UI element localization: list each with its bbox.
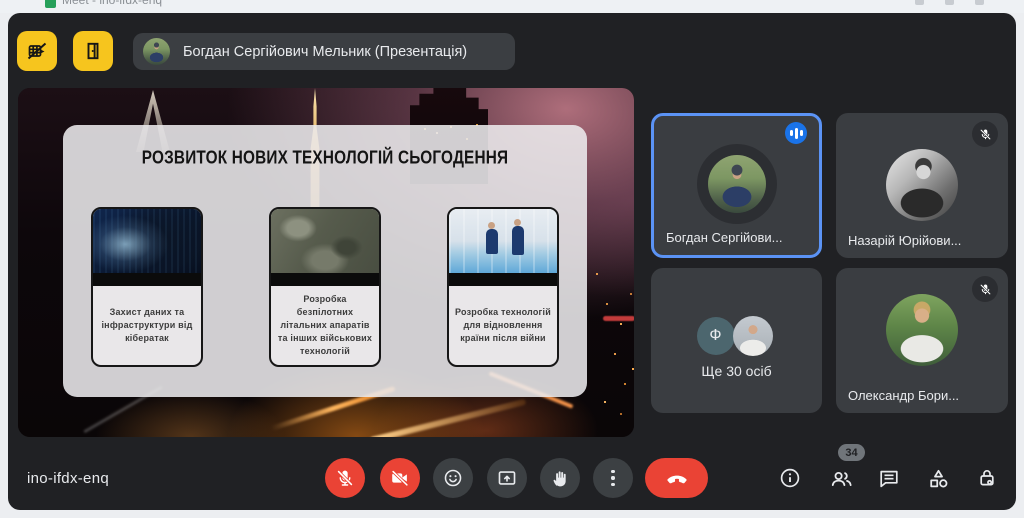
card-text: Розробка безпілотних літальних апаратів … <box>271 286 379 365</box>
presenter-pill: Богдан Сергійович Мельник (Презентація) <box>133 33 515 70</box>
participant-tile-bohdan[interactable]: Богдан Сергійови... <box>651 113 822 258</box>
meet-app-window: Богдан Сергійович Мельник (Презентація) … <box>8 13 1016 510</box>
person-figure <box>512 226 524 255</box>
card-text: Розробка технологій для відновлення краї… <box>449 286 557 365</box>
mic-off-icon <box>972 276 998 302</box>
raise-hand-button[interactable] <box>540 458 580 498</box>
audio-indicator-icon <box>785 122 807 144</box>
participant-tile-nazariy[interactable]: Назарій Юрійови... <box>836 113 1008 258</box>
mic-off-icon <box>972 121 998 147</box>
card-divider <box>449 273 557 286</box>
avatar-bohdan <box>708 155 766 213</box>
door-exit-icon <box>81 39 105 63</box>
drone-aerial-photo <box>271 209 379 273</box>
presenter-name: Богдан Сергійович Мельник (Презентація) <box>183 44 467 60</box>
mic-toggle-button[interactable] <box>325 458 365 498</box>
more-options-icon <box>611 468 614 488</box>
slide-background-red-streak <box>603 316 634 321</box>
camera-grid-off-icon <box>25 39 49 63</box>
activities-icon <box>926 466 951 491</box>
reactions-button[interactable] <box>433 458 473 498</box>
participant-tile-overflow[interactable]: Ф Ще 30 осіб <box>651 268 822 413</box>
participant-name: Богдан Сергійови... <box>666 230 783 245</box>
avatar-nazariy <box>886 149 958 221</box>
participant-name: Олександр Бори... <box>848 388 959 403</box>
host-controls-lock-icon <box>975 466 999 490</box>
browser-tab-title: Meet - ino-ifdx-enq <box>62 0 162 7</box>
mic-off-icon <box>334 467 356 489</box>
overflow-count-label: Ще 30 осіб <box>651 363 822 379</box>
chat-icon <box>877 466 901 490</box>
screen: Meet - ino-ifdx-enq <box>0 0 1024 518</box>
end-call-icon <box>664 465 690 491</box>
browser-toolbar-icon <box>945 0 954 5</box>
avatar-photo <box>733 316 773 356</box>
letter-avatar: Ф <box>697 317 735 355</box>
card-text: Захист даних та інфраструктури від кібер… <box>93 286 201 365</box>
participant-name: Назарій Юрійови... <box>848 233 961 248</box>
presentation-stage-tile[interactable]: РОЗВИТОК НОВИХ ТЕХНОЛОГІЙ СЬОГОДЕННЯ Зах… <box>18 88 634 437</box>
slide-card: Розробка безпілотних літальних апаратів … <box>269 207 381 367</box>
slide-background-city-lights <box>596 273 598 275</box>
activities-button[interactable] <box>925 465 951 491</box>
meet-favicon <box>45 0 56 8</box>
present-screen-button[interactable] <box>487 458 527 498</box>
people-count-badge: 34 <box>838 444 865 461</box>
camera-off-icon <box>389 467 411 489</box>
slide-title: РОЗВИТОК НОВИХ ТЕХНОЛОГІЙ СЬОГОДЕННЯ <box>63 149 587 168</box>
slide-content-panel: РОЗВИТОК НОВИХ ТЕХНОЛОГІЙ СЬОГОДЕННЯ Зах… <box>63 125 587 397</box>
host-controls-button[interactable] <box>974 465 1000 491</box>
presenter-avatar <box>143 38 170 65</box>
browser-toolbar-icon <box>915 0 924 5</box>
meeting-details-button[interactable] <box>777 465 803 491</box>
hacker-photo <box>93 209 201 273</box>
people-icon <box>829 466 854 491</box>
reactions-smiley-icon <box>442 467 464 489</box>
extension-grid-off-button[interactable] <box>17 31 57 71</box>
card-divider <box>271 273 379 286</box>
browser-toolbar-icon <box>975 0 984 5</box>
extension-door-button[interactable] <box>73 31 113 71</box>
card-divider <box>93 273 201 286</box>
meeting-code: ino-ifdx-enq <box>27 470 109 487</box>
participant-tile-oleksandr[interactable]: Олександр Бори... <box>836 268 1008 413</box>
show-people-button[interactable] <box>828 465 854 491</box>
camera-toggle-button[interactable] <box>380 458 420 498</box>
present-screen-icon <box>496 467 518 489</box>
slide-card: Розробка технологій для відновлення краї… <box>447 207 559 367</box>
avatar-oleksandr <box>886 294 958 366</box>
office-photo <box>449 209 557 273</box>
chat-button[interactable] <box>876 465 902 491</box>
raise-hand-icon <box>550 468 571 489</box>
info-icon <box>778 466 802 490</box>
overflow-avatars: Ф <box>697 316 777 356</box>
slide-cards-row: Захист даних та інфраструктури від кібер… <box>63 207 587 367</box>
more-options-button[interactable] <box>593 458 633 498</box>
person-figure <box>486 229 498 254</box>
slide-card: Захист даних та інфраструктури від кібер… <box>91 207 203 367</box>
end-call-button[interactable] <box>645 458 708 498</box>
browser-tab[interactable]: Meet - ino-ifdx-enq <box>0 0 1024 13</box>
